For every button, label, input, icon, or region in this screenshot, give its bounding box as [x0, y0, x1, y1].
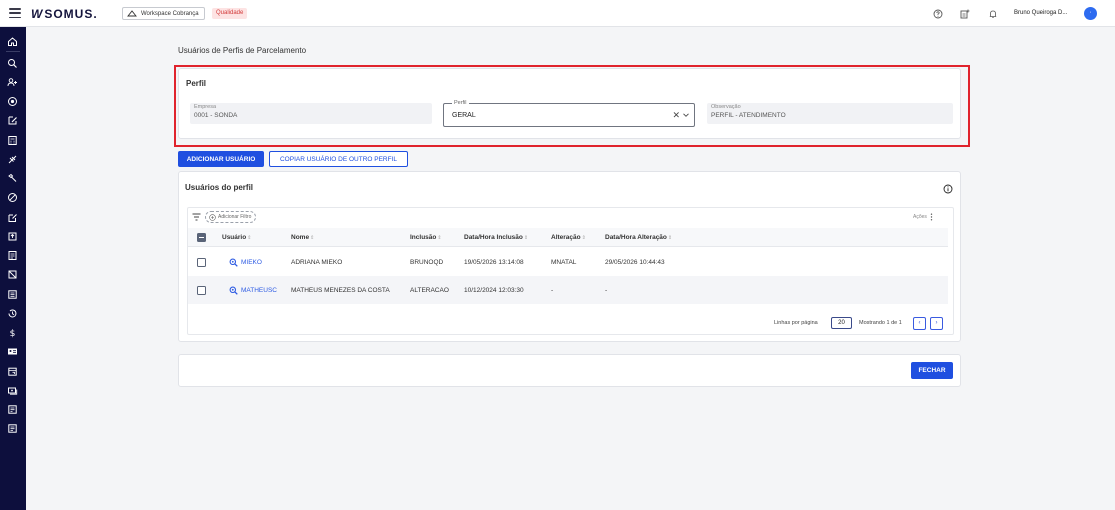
- sidebar: $: [0, 27, 26, 510]
- cell-name: MATHEUS MENEZES DA COSTA: [291, 287, 390, 294]
- note-icon[interactable]: [7, 404, 18, 415]
- search-icon: [229, 258, 238, 267]
- ban-doc-icon[interactable]: [7, 269, 18, 280]
- workspace-icon: [127, 10, 137, 17]
- next-page-button[interactable]: ›: [930, 317, 943, 330]
- document-icon[interactable]: [7, 250, 18, 261]
- svg-text:$: $: [10, 329, 16, 338]
- copy-user-button[interactable]: COPIAR USUÁRIO DE OUTRO PERFIL: [269, 151, 408, 167]
- chevron-down-icon[interactable]: [682, 111, 690, 119]
- home-icon[interactable]: [7, 36, 18, 47]
- profile-select-value: GERAL: [452, 112, 476, 119]
- user-name[interactable]: Bruno Queiroga D...: [1014, 10, 1067, 16]
- notes-label: Observação: [711, 104, 741, 110]
- grid-plus-icon[interactable]: [960, 9, 970, 19]
- search-icon: [229, 286, 238, 295]
- actions-label: Ações: [913, 214, 927, 220]
- filter-icon[interactable]: [192, 213, 201, 221]
- top-bar: W SOMUS. Workspace Cobrança Qualidade Bru…: [0, 0, 1115, 27]
- avatar[interactable]: ·: [1084, 7, 1097, 20]
- column-header-user[interactable]: Usuário⇕: [222, 234, 251, 241]
- cell-inclusion: BRUNOQD: [410, 259, 444, 266]
- export-icon[interactable]: [7, 231, 18, 242]
- row-checkbox[interactable]: [197, 258, 206, 267]
- cell-change-datetime: 29/05/2026 10:44:43: [605, 259, 665, 266]
- cell-name: ADRIANA MIEKO: [291, 259, 343, 266]
- cell-change: MNATAL: [551, 259, 577, 266]
- pagination-status: Mostrando 1 de 1: [859, 320, 902, 326]
- sidebar-divider: [6, 51, 20, 52]
- plus-circle-icon: [209, 213, 216, 221]
- column-header-name[interactable]: Nome⇕: [291, 234, 314, 241]
- calendar-icon[interactable]: [7, 366, 18, 377]
- profile-card-title: Perfil: [186, 79, 207, 88]
- edit-box-icon[interactable]: [7, 212, 18, 223]
- info-icon[interactable]: [943, 184, 953, 194]
- environment-badge: Qualidade: [212, 8, 248, 19]
- history-icon[interactable]: [7, 308, 18, 319]
- cell-change: -: [551, 287, 554, 294]
- tools-icon[interactable]: [7, 173, 18, 184]
- users-card-title: Usuários do perfil: [185, 183, 254, 192]
- footer-card: [178, 354, 961, 387]
- rows-per-page-label: Linhas por página: [774, 320, 818, 326]
- add-user-button[interactable]: ADICIONAR USUÁRIO: [178, 151, 264, 167]
- calculator-icon[interactable]: [7, 135, 18, 146]
- profile-select[interactable]: Perfil GERAL ✕: [443, 100, 695, 127]
- company-value: 0001 - SONDA: [194, 112, 238, 119]
- id-card-icon[interactable]: [7, 346, 18, 357]
- column-header-change[interactable]: Alteração⇕: [551, 234, 586, 241]
- users-icon[interactable]: [7, 77, 18, 88]
- prev-page-button[interactable]: ‹: [913, 317, 926, 330]
- clear-icon[interactable]: ✕: [672, 110, 680, 121]
- block-icon[interactable]: [7, 192, 18, 203]
- link-off-icon[interactable]: [7, 154, 18, 165]
- add-filter-label: Adicionar Filtro: [218, 214, 252, 220]
- page-title: Usuários de Perfis de Parcelamento: [178, 46, 307, 55]
- column-header-change-datetime[interactable]: Data/Hora Alteração⇕: [605, 234, 672, 241]
- list-icon[interactable]: [7, 289, 18, 300]
- user-link[interactable]: MIEKO: [229, 258, 262, 267]
- select-all-checkbox[interactable]: [197, 233, 206, 242]
- search-icon[interactable]: [7, 58, 18, 69]
- cell-inclusion-datetime: 10/12/2024 12:03:30: [464, 287, 524, 294]
- cell-inclusion-datetime: 19/05/2026 13:14:08: [464, 259, 524, 266]
- bell-icon[interactable]: [988, 9, 998, 19]
- column-header-inclusion-datetime[interactable]: Data/Hora Inclusão⇕: [464, 234, 528, 241]
- cell-change-datetime: -: [605, 287, 608, 294]
- dollar-icon[interactable]: $: [7, 327, 18, 338]
- company-label: Empresa: [194, 104, 217, 110]
- column-header-inclusion[interactable]: Inclusão⇕: [410, 234, 442, 241]
- user-link[interactable]: MATHEUSC: [229, 286, 277, 295]
- somus-logo[interactable]: W SOMUS.: [31, 7, 98, 21]
- workspace-selector[interactable]: Workspace Cobrança: [122, 7, 205, 20]
- more-vertical-icon: [930, 213, 933, 221]
- profile-select-label: Perfil: [452, 100, 469, 106]
- notes-value: PERFIL - ATENDIMENTO: [711, 112, 786, 119]
- row-checkbox[interactable]: [197, 286, 206, 295]
- cash-icon[interactable]: [7, 385, 18, 396]
- note-alt-icon[interactable]: [7, 423, 18, 434]
- add-filter-chip[interactable]: Adicionar Filtro: [205, 211, 257, 223]
- help-circle-icon[interactable]: [933, 9, 943, 19]
- hamburger-icon[interactable]: [9, 8, 21, 19]
- target-icon[interactable]: [7, 96, 18, 107]
- notes-field: Observação PERFIL - ATENDIMENTO: [707, 103, 953, 124]
- edit-icon[interactable]: [7, 115, 18, 126]
- workspace-label: Workspace Cobrança: [141, 10, 199, 17]
- rows-per-page-select[interactable]: 20: [831, 317, 852, 329]
- actions-menu[interactable]: Ações: [913, 211, 933, 223]
- close-button[interactable]: FECHAR: [911, 362, 953, 379]
- cell-inclusion: ALTERACAO: [410, 287, 449, 294]
- company-field: Empresa 0001 - SONDA: [190, 103, 432, 124]
